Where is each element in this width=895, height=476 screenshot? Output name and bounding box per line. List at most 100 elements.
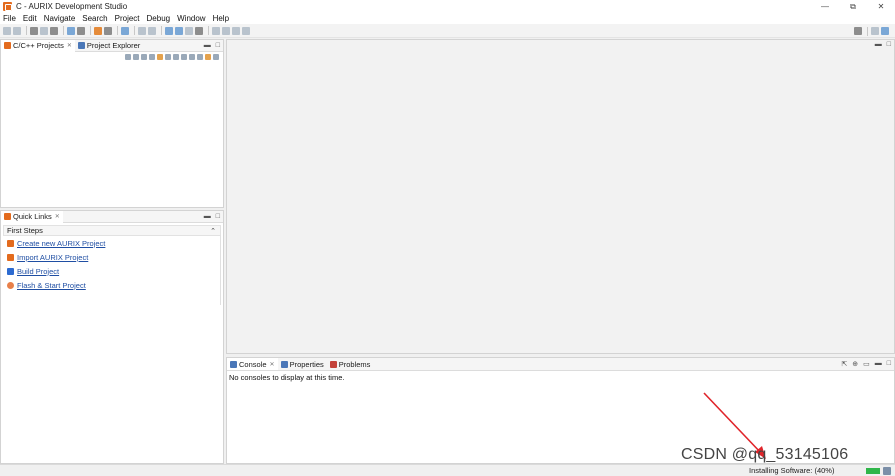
working-set-icon[interactable] xyxy=(205,53,211,60)
close-icon[interactable]: ✕ xyxy=(67,42,72,49)
dropdown-arrow-icon[interactable] xyxy=(195,26,203,35)
progress-view-icon[interactable] xyxy=(883,467,891,475)
flash-start-link[interactable]: Flash & Start Project xyxy=(17,281,86,290)
menu-edit[interactable]: Edit xyxy=(23,14,37,23)
close-icon[interactable]: ✕ xyxy=(55,213,60,220)
collapse-all-icon[interactable] xyxy=(149,53,155,60)
toolbar-separator xyxy=(63,26,64,35)
progress-indicator[interactable] xyxy=(866,468,880,474)
close-icon[interactable]: ✕ xyxy=(270,361,275,368)
menu-search[interactable]: Search xyxy=(82,14,107,23)
project-explorer-icon xyxy=(77,42,85,49)
tab-project-explorer-label: Project Explorer xyxy=(86,41,141,50)
perspective-icon[interactable] xyxy=(881,27,889,35)
main-toolbar xyxy=(0,24,895,38)
new-folder-icon[interactable] xyxy=(175,26,183,35)
maximize-panel-icon[interactable]: □ xyxy=(887,360,891,368)
tab-quick-links[interactable]: Quick Links ✕ xyxy=(1,210,63,223)
new-class-icon[interactable] xyxy=(165,26,173,35)
minimize-panel-icon[interactable]: ▬ xyxy=(204,42,211,49)
window-title: C - AURIX Development Studio xyxy=(16,2,128,11)
panel-divider xyxy=(220,235,221,305)
install-status[interactable]: Installing Software: (40%) xyxy=(749,466,834,475)
tab-project-explorer[interactable]: Project Explorer xyxy=(75,40,143,52)
dropdown-arrow-icon[interactable] xyxy=(77,26,85,35)
build-all-icon[interactable] xyxy=(40,26,48,35)
back-icon[interactable] xyxy=(222,26,230,35)
restore-button[interactable]: ⧉ xyxy=(839,0,867,13)
projects-panel: C/C++ Projects ✕ Project Explorer ▬ □ xyxy=(0,39,224,208)
menu-navigate[interactable]: Navigate xyxy=(44,14,76,23)
tab-cpp-projects[interactable]: C/C++ Projects ✕ xyxy=(1,39,75,52)
toolbar-separator xyxy=(26,26,27,35)
tools-icon[interactable] xyxy=(50,26,58,35)
pin-icon[interactable] xyxy=(212,26,220,35)
tab-properties[interactable]: Properties xyxy=(278,358,327,370)
link-flash-start[interactable]: Flash & Start Project xyxy=(1,278,223,292)
projects-tabbar: C/C++ Projects ✕ Project Explorer ▬ □ xyxy=(1,39,223,52)
status-bar: Installing Software: (40%) xyxy=(0,464,895,476)
save-icon[interactable] xyxy=(13,26,21,35)
minimize-panel-icon[interactable]: ▬ xyxy=(875,41,882,48)
hammer-icon xyxy=(7,267,14,275)
menu-project[interactable]: Project xyxy=(115,14,140,23)
open-console-icon[interactable]: ⊕ xyxy=(852,360,858,368)
menu-help[interactable]: Help xyxy=(213,14,229,23)
link-import-project[interactable]: Import AURIX Project xyxy=(1,250,223,264)
refresh-icon[interactable] xyxy=(173,53,179,60)
maximize-panel-icon[interactable]: □ xyxy=(887,41,891,48)
minimize-panel-icon[interactable]: ▬ xyxy=(875,360,882,368)
open-type-icon[interactable] xyxy=(138,26,146,35)
dropdown-arrow-icon[interactable] xyxy=(104,26,112,35)
first-steps-section[interactable]: First Steps ⌃ xyxy=(3,225,221,236)
settings-icon[interactable] xyxy=(148,26,156,35)
pin-console-icon[interactable]: ⇱ xyxy=(841,360,847,368)
panel-min-max: ▬ □ xyxy=(199,213,220,220)
close-button[interactable]: ✕ xyxy=(867,0,895,13)
back-icon[interactable] xyxy=(125,53,131,60)
hammer-build-icon[interactable] xyxy=(30,26,38,35)
link-editor-icon[interactable] xyxy=(157,53,163,60)
link-create-project[interactable]: Create new AURIX Project xyxy=(1,236,223,250)
terminal-icon[interactable] xyxy=(121,26,129,35)
redo-icon[interactable] xyxy=(242,26,250,35)
flash-icon xyxy=(7,281,14,289)
import-project-link[interactable]: Import AURIX Project xyxy=(17,253,88,262)
tab-cpp-projects-label: C/C++ Projects xyxy=(13,41,64,50)
menu-window[interactable]: Window xyxy=(177,14,205,23)
focus-icon[interactable] xyxy=(197,53,203,60)
forward-icon[interactable] xyxy=(133,53,139,60)
create-new-project-link[interactable]: Create new AURIX Project xyxy=(17,239,105,248)
menu-file[interactable]: File xyxy=(3,14,16,23)
open-perspective-icon[interactable] xyxy=(871,27,879,35)
projects-view-toolbar xyxy=(1,52,223,61)
up-icon[interactable] xyxy=(141,53,147,60)
filter-icon[interactable] xyxy=(165,53,171,60)
panel-min-max: ▬ □ xyxy=(199,42,220,49)
maximize-panel-icon[interactable]: □ xyxy=(216,42,220,49)
link-build-project[interactable]: Build Project xyxy=(1,264,223,278)
sync-icon[interactable] xyxy=(189,53,195,60)
aurix-app-icon xyxy=(3,2,12,11)
view-menu-icon[interactable] xyxy=(213,53,219,60)
minimize-panel-icon[interactable]: ▬ xyxy=(204,213,211,220)
tab-quick-links-label: Quick Links xyxy=(13,212,52,221)
new-icon[interactable] xyxy=(3,26,11,35)
forward-icon[interactable] xyxy=(232,26,240,35)
menu-debug[interactable]: Debug xyxy=(147,14,171,23)
minimize-button[interactable]: — xyxy=(811,0,839,13)
collapse-chevron-icon[interactable]: ⌃ xyxy=(210,227,216,235)
search-icon[interactable] xyxy=(854,27,862,35)
flash-icon[interactable] xyxy=(94,26,102,35)
display-console-icon[interactable]: ▭ xyxy=(863,360,870,368)
toolbar-separator xyxy=(90,26,91,35)
cpp-projects-icon xyxy=(4,42,11,49)
maximize-panel-icon[interactable]: □ xyxy=(216,213,220,220)
tab-properties-label: Properties xyxy=(289,359,324,369)
home-icon[interactable] xyxy=(181,53,187,60)
tab-problems[interactable]: Problems xyxy=(327,358,374,370)
tab-console[interactable]: Console ✕ xyxy=(227,358,278,370)
search-files-icon[interactable] xyxy=(185,26,193,35)
debug-icon[interactable] xyxy=(67,26,75,35)
build-project-link[interactable]: Build Project xyxy=(17,267,59,276)
